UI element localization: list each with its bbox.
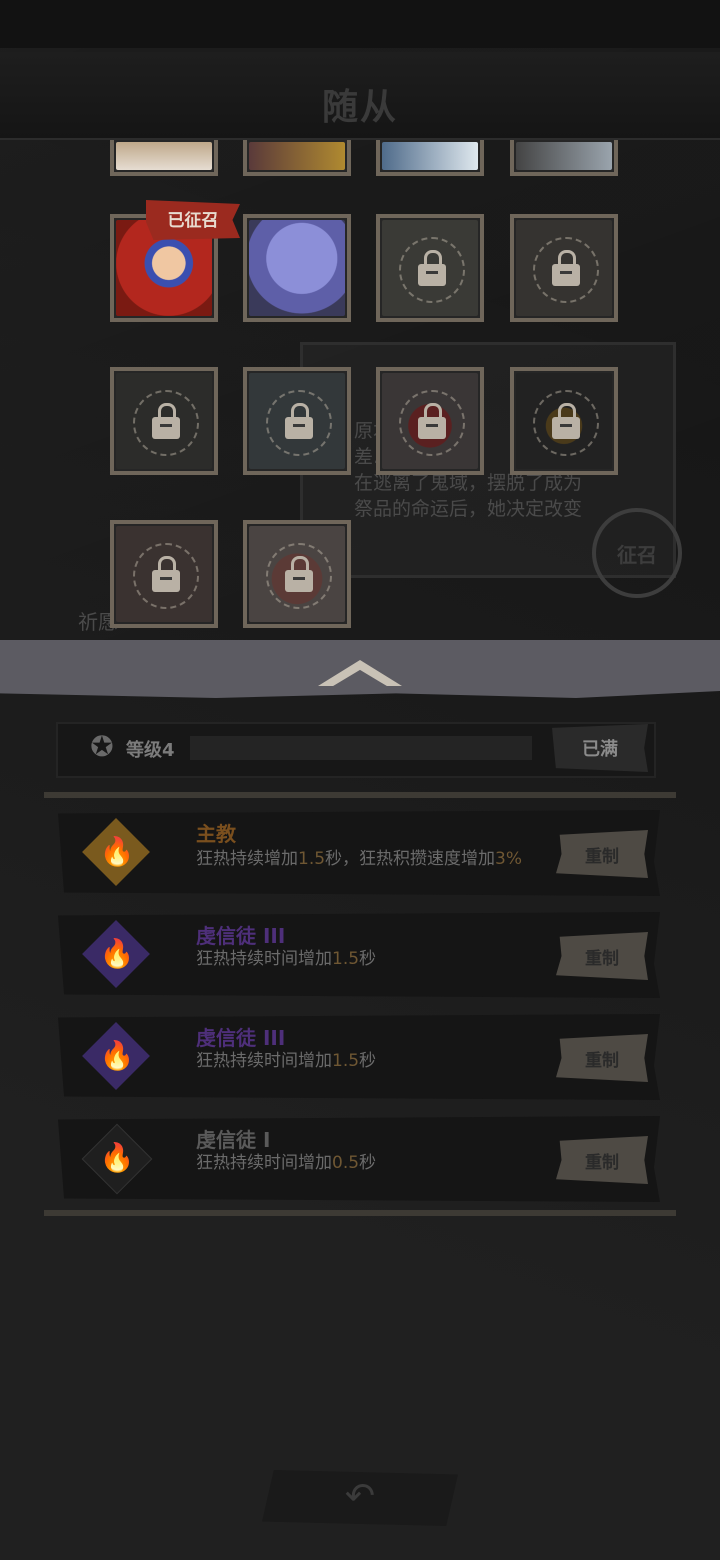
recruited-tag: 已征召	[146, 200, 240, 240]
medal-icon: ✪	[90, 730, 114, 763]
follower-card-locked[interactable]	[110, 367, 218, 475]
back-arrow-icon[interactable]: ↶	[330, 1474, 390, 1520]
follower-card-locked[interactable]	[510, 367, 618, 475]
follower-portrait	[116, 142, 212, 170]
section-border-bottom	[44, 1210, 676, 1216]
follower-card-locked[interactable]	[243, 367, 351, 475]
follower-card-locked[interactable]	[110, 520, 218, 628]
follower-portrait	[516, 142, 612, 170]
lock-icon	[266, 390, 332, 456]
flame-icon: 🔥	[99, 1141, 135, 1174]
lock-icon	[399, 390, 465, 456]
skill-description: 狂热持续时间增加1.5秒	[196, 949, 377, 969]
lock-icon	[133, 543, 199, 609]
follower-portrait	[382, 142, 478, 170]
lock-icon	[533, 237, 599, 303]
skill-name: 虔信徒 III	[196, 1026, 286, 1050]
follower-card[interactable]	[510, 140, 618, 176]
follower-card-locked[interactable]	[510, 214, 618, 322]
reset-button[interactable]: 重制	[556, 932, 648, 980]
skill-description: 狂热持续时间增加0.5秒	[196, 1153, 377, 1173]
reset-button[interactable]: 重制	[556, 1136, 648, 1184]
follower-grid	[0, 140, 720, 640]
flame-icon: 🔥	[99, 937, 135, 970]
skill-name: 虔信徒 I	[196, 1128, 271, 1152]
follower-card[interactable]	[376, 140, 484, 176]
skill-description: 狂热持续时间增加1.5秒	[196, 1051, 377, 1071]
follower-card-locked[interactable]	[376, 214, 484, 322]
level-max-badge: 已满	[552, 724, 648, 772]
lock-icon	[266, 543, 332, 609]
reset-button[interactable]: 重制	[556, 830, 648, 878]
follower-card[interactable]	[243, 140, 351, 176]
flame-icon: 🔥	[99, 835, 135, 868]
status-strip	[0, 0, 720, 48]
flame-icon: 🔥	[99, 1039, 135, 1072]
lock-icon	[533, 390, 599, 456]
skill-name: 主教	[196, 822, 236, 846]
level-label: 等级4	[126, 740, 175, 761]
follower-card[interactable]	[110, 140, 218, 176]
follower-card-locked[interactable]	[376, 367, 484, 475]
lock-icon	[133, 390, 199, 456]
section-border-top	[44, 792, 676, 798]
lock-icon	[399, 237, 465, 303]
follower-card[interactable]	[243, 214, 351, 322]
level-progress-track	[190, 736, 532, 760]
skill-description: 狂热持续增加1.5秒，狂热积攒速度增加3%	[196, 849, 523, 869]
reset-button[interactable]: 重制	[556, 1034, 648, 1082]
follower-portrait	[249, 220, 345, 316]
page-title: 随从	[321, 87, 398, 128]
follower-card-locked[interactable]	[243, 520, 351, 628]
follower-portrait	[249, 142, 345, 170]
skill-name: 虔信徒 III	[196, 924, 286, 948]
